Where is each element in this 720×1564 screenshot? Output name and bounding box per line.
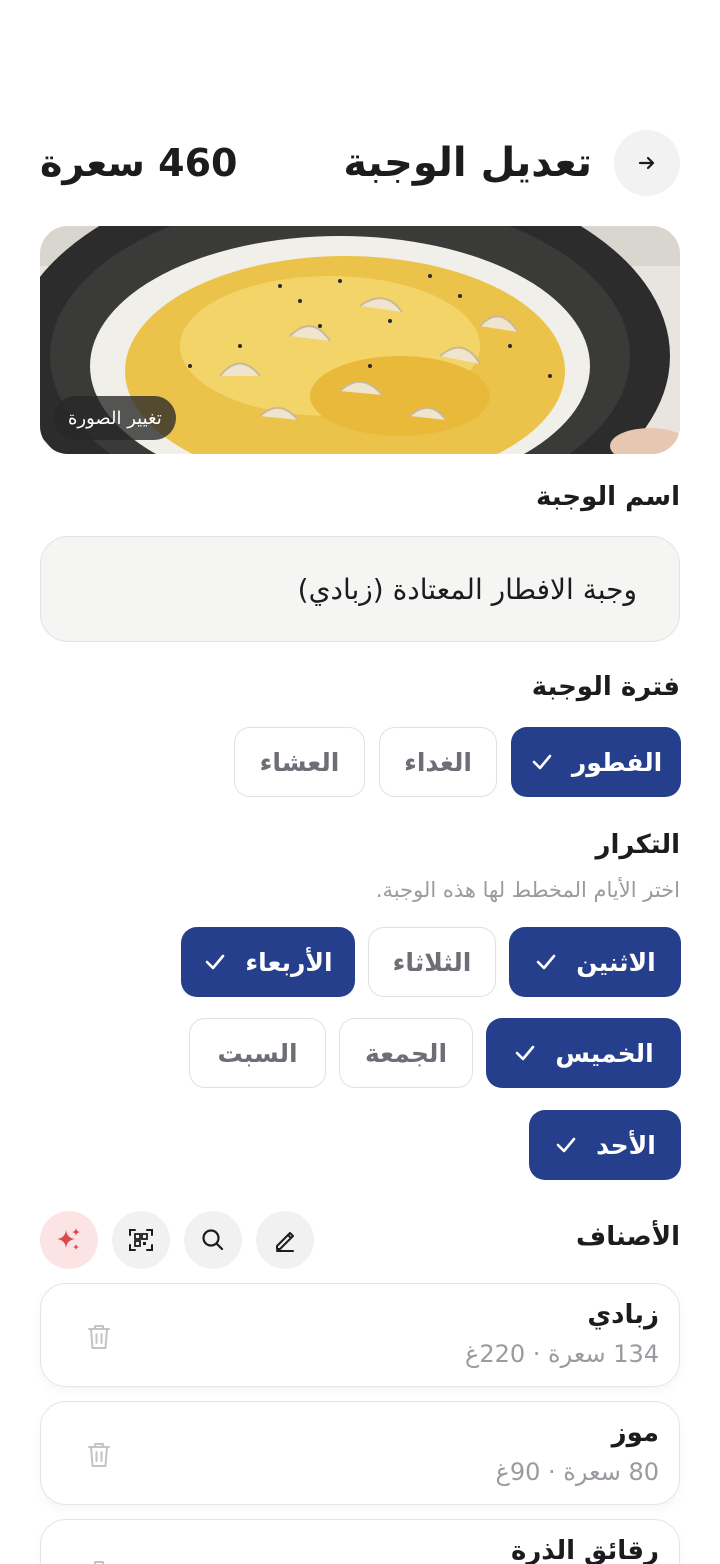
chip-label: الاثنين: [576, 947, 656, 977]
header-title-group: تعديل الوجبة: [343, 130, 680, 196]
day-chip-tuesday[interactable]: الثلاثاء: [368, 927, 496, 997]
check-icon: [556, 1137, 576, 1153]
scan-barcode-button[interactable]: [112, 1211, 170, 1269]
period-chip-dinner[interactable]: العشاء: [234, 727, 365, 797]
chip-label: الخميس: [555, 1038, 654, 1068]
search-items-button[interactable]: [184, 1211, 242, 1269]
food-item-meta: 134 سعرة · 220غ: [465, 1340, 659, 1368]
meal-photo[interactable]: تغيير الصورة: [40, 226, 680, 454]
chip-label: الفطور: [571, 747, 663, 777]
trash-icon[interactable]: [85, 1558, 113, 1564]
period-chip-breakfast[interactable]: الفطور: [511, 727, 681, 797]
food-item-name: موز: [611, 1418, 659, 1448]
change-photo-button[interactable]: تغيير الصورة: [54, 396, 176, 440]
period-chip-lunch[interactable]: الغداء: [379, 727, 497, 797]
total-calories: 460 سعرة: [40, 141, 238, 185]
chip-label: الأربعاء: [245, 947, 333, 977]
food-item-card[interactable]: رقائق الذرة: [40, 1519, 680, 1564]
check-icon: [536, 954, 556, 970]
day-chip-saturday[interactable]: السبت: [189, 1018, 326, 1088]
chip-label: الأحد: [596, 1130, 656, 1160]
food-item-name: زبادي: [587, 1300, 659, 1330]
trash-icon[interactable]: [85, 1440, 113, 1470]
day-chip-sunday[interactable]: الأحد: [529, 1110, 681, 1180]
food-item-card[interactable]: زبادي 134 سعرة · 220غ: [40, 1283, 680, 1387]
chip-label: العشاء: [259, 747, 340, 777]
repeat-hint: اختر الأيام المخطط لها هذه الوجبة.: [375, 878, 680, 902]
search-icon: [202, 1229, 224, 1251]
back-button[interactable]: [614, 130, 680, 196]
check-icon: [206, 954, 225, 970]
qr-scan-icon: [129, 1229, 153, 1251]
food-item-card[interactable]: موز 80 سعرة · 90غ: [40, 1401, 680, 1505]
meal-name-input[interactable]: وجبة الافطار المعتادة (زبادي): [40, 536, 680, 642]
page-title: تعديل الوجبة: [343, 140, 592, 186]
food-item-name: رقائق الذرة: [510, 1536, 659, 1564]
chip-label: الغداء: [404, 747, 472, 777]
day-chip-monday[interactable]: الاثنين: [509, 927, 681, 997]
chip-label: السبت: [217, 1038, 298, 1068]
ai-suggest-button[interactable]: [40, 1211, 98, 1269]
check-icon: [516, 1045, 535, 1061]
chip-label: الثلاثاء: [392, 947, 472, 977]
day-chip-friday[interactable]: الجمعة: [339, 1018, 473, 1088]
day-chip-wednesday[interactable]: الأربعاء: [181, 927, 355, 997]
day-chip-thursday[interactable]: الخميس: [486, 1018, 681, 1088]
meal-period-label: فترة الوجبة: [531, 672, 680, 702]
repeat-label: التكرار: [595, 830, 680, 860]
header: تعديل الوجبة 460 سعرة: [40, 130, 680, 196]
edit-items-button[interactable]: [256, 1211, 314, 1269]
items-label: الأصناف: [576, 1222, 680, 1252]
pencil-icon: [276, 1232, 294, 1252]
trash-icon[interactable]: [85, 1322, 113, 1352]
arrow-right-icon: [638, 156, 655, 170]
sparkle-icon: [57, 1228, 80, 1250]
chip-label: الجمعة: [365, 1038, 448, 1068]
food-item-meta: 80 سعرة · 90غ: [495, 1458, 659, 1486]
meal-name-label: اسم الوجبة: [535, 482, 680, 512]
check-icon: [532, 754, 552, 770]
